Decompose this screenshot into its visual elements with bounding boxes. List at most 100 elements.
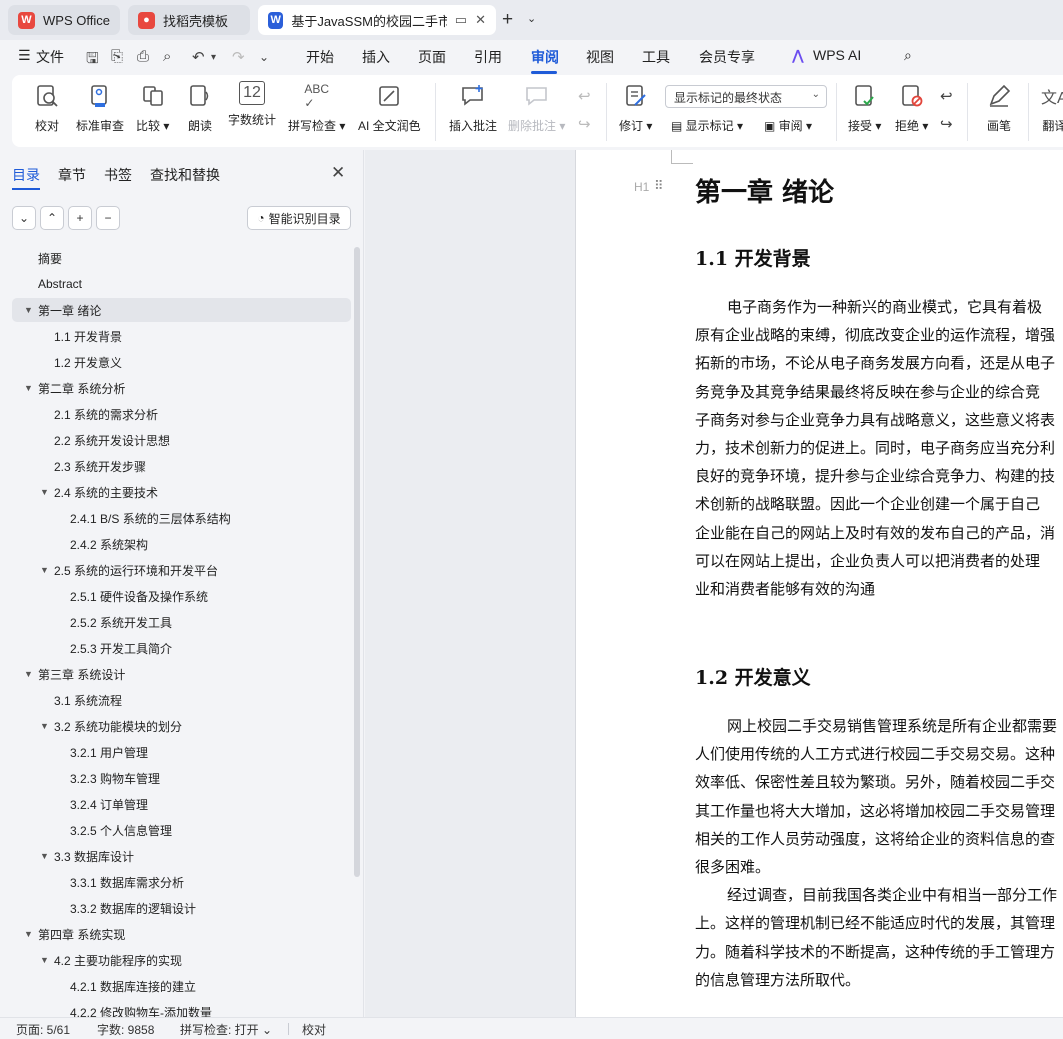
toc-item[interactable]: Abstract	[24, 272, 82, 296]
insert-comment-button[interactable]: 插入批注	[449, 81, 497, 134]
toc-item[interactable]: 3.2.4 订单管理	[56, 792, 148, 816]
expand-triangle-icon[interactable]: ▼	[40, 721, 54, 731]
expand-triangle-icon[interactable]: ▼	[24, 383, 38, 393]
toc-item[interactable]: 1.1 开发背景	[40, 324, 122, 348]
toc-item[interactable]: 2.5.3 开发工具简介	[56, 636, 172, 660]
spell-check-button[interactable]: ABC ✓ 拼写检查 ▾	[288, 81, 345, 134]
word-count-button[interactable]: 12 字数统计	[228, 81, 276, 128]
toc-item[interactable]: 2.5.2 系统开发工具	[56, 610, 172, 634]
toc-item[interactable]: 4.2.2 修改购物车-添加数量	[56, 1000, 212, 1018]
document-page[interactable]: H1 ⠿ 第一章 绪论 1.1 开发背景 电子商务作为一种新兴的商业模式，它具有着…	[575, 150, 1063, 1017]
page-indicator[interactable]: 页面: 5/61	[16, 1021, 70, 1038]
chevron-down-icon[interactable]: ⌄	[527, 12, 536, 25]
toc-item[interactable]: ▼ 第二章 系统分析	[24, 376, 125, 400]
nav-tab-toc[interactable]: 目录	[12, 165, 40, 185]
toc-scrollbar[interactable]	[354, 247, 360, 877]
menu-file[interactable]: 文件	[36, 47, 64, 67]
tab-document[interactable]: W 基于JavaSSM的校园二手市场 ▭ ✕	[258, 5, 496, 35]
toc-item[interactable]: 摘要	[24, 246, 62, 270]
markup-display-select[interactable]: 显示标记的最终状态 ⌄	[665, 85, 827, 108]
toc-item[interactable]: ▼ 第四章 系统实现	[24, 922, 125, 946]
toc-item[interactable]: ▼ 3.2 系统功能模块的划分	[40, 714, 182, 738]
new-tab-plus-icon[interactable]: +	[502, 9, 513, 31]
toc-item[interactable]: ▼ 2.4 系统的主要技术	[40, 480, 158, 504]
toc-item[interactable]: ▼ 第三章 系统设计	[24, 662, 125, 686]
toc-item[interactable]: ▼ 第一章 绪论	[12, 298, 351, 322]
expand-triangle-icon[interactable]: ▼	[40, 487, 54, 497]
expand-triangle-icon[interactable]: ▼	[24, 305, 38, 315]
delete-comment-button[interactable]: 删除批注 ▾	[508, 81, 565, 134]
collapse-up-button[interactable]: ⌃	[40, 206, 64, 230]
toc-item[interactable]: 2.5.1 硬件设备及操作系统	[56, 584, 208, 608]
toc-item[interactable]: 2.1 系统的需求分析	[40, 402, 158, 426]
tab-docer-templates[interactable]: ● 找稻壳模板	[128, 5, 250, 35]
tab-wps-office[interactable]: W WPS Office	[8, 5, 120, 35]
toc-item[interactable]: ▼ 2.5 系统的运行环境和开发平台	[40, 558, 218, 582]
expand-triangle-icon[interactable]: ▼	[40, 565, 54, 575]
show-markup-button[interactable]: ▤ 显示标记 ▾	[671, 117, 743, 134]
toc-item[interactable]: 3.2.1 用户管理	[56, 740, 148, 764]
menu-view[interactable]: 视图	[586, 47, 614, 67]
redo-icon[interactable]: ↷	[232, 48, 245, 66]
toc-item[interactable]: 2.4.2 系统架构	[56, 532, 148, 556]
translate-button[interactable]: 文A 翻译	[1041, 81, 1063, 134]
toc-item[interactable]: ▼ 4.2 主要功能程序的实现	[40, 948, 182, 972]
toc-item[interactable]: 3.3.1 数据库需求分析	[56, 870, 184, 894]
print-preview-icon[interactable]: ⌕	[163, 48, 171, 65]
nav-tab-chapters[interactable]: 章节	[58, 165, 86, 185]
review-pane-button[interactable]: ▣ 审阅 ▾	[764, 117, 812, 134]
close-icon[interactable]: ✕	[331, 163, 345, 183]
toc-item[interactable]: 3.2.5 个人信息管理	[56, 818, 172, 842]
toc-item[interactable]: 2.4.1 B/S 系统的三层体系结构	[56, 506, 231, 530]
close-tab-icon[interactable]: ✕	[475, 12, 486, 28]
toc-item[interactable]: 2.2 系统开发设计思想	[40, 428, 170, 452]
print-icon[interactable]: ⎙	[137, 48, 149, 65]
reject-button[interactable]: 拒绝 ▾	[895, 81, 928, 134]
export-icon[interactable]: ⎘	[111, 48, 123, 65]
toc-item[interactable]: 3.2.3 购物车管理	[56, 766, 160, 790]
toc-item[interactable]: 3.3.2 数据库的逻辑设计	[56, 896, 196, 920]
menu-wps-ai[interactable]: WPS AI	[813, 47, 861, 63]
collapse-down-button[interactable]: ⌄	[12, 206, 36, 230]
compare-button[interactable]: 比较 ▾	[136, 81, 169, 134]
toc-item[interactable]: 1.2 开发意义	[40, 350, 122, 374]
accept-button[interactable]: 接受 ▾	[848, 81, 881, 134]
toc-item[interactable]: 2.3 系统开发步骤	[40, 454, 146, 478]
menu-references[interactable]: 引用	[474, 47, 502, 67]
toc-item[interactable]: 3.1 系统流程	[40, 688, 122, 712]
drag-handle-icon[interactable]: ⠿	[654, 178, 663, 194]
menu-page[interactable]: 页面	[418, 47, 446, 67]
expand-triangle-icon[interactable]: ▼	[24, 669, 38, 679]
save-icon[interactable]: 🖫	[86, 48, 99, 73]
toc-item[interactable]: ▼ 3.3 数据库设计	[40, 844, 134, 868]
monitor-icon[interactable]: ▭	[455, 12, 467, 28]
expand-triangle-icon[interactable]: ▼	[24, 929, 38, 939]
next-change-icon[interactable]: ↪	[940, 115, 953, 133]
menu-review[interactable]: 审阅	[531, 47, 559, 67]
previous-comment-icon[interactable]: ↩	[578, 87, 591, 105]
hamburger-icon[interactable]: ☰	[18, 47, 31, 64]
read-aloud-button[interactable]: 朗读	[187, 81, 213, 134]
menu-start[interactable]: 开始	[306, 47, 334, 67]
more-chevron-icon[interactable]: ⌄	[259, 50, 269, 64]
ai-polish-button[interactable]: AI 全文润色	[358, 81, 421, 134]
menu-member[interactable]: 会员专享	[699, 47, 755, 67]
expand-triangle-icon[interactable]: ▼	[40, 955, 54, 965]
spell-check-status[interactable]: 拼写检查: 打开 ⌄	[180, 1021, 272, 1038]
standard-review-button[interactable]: 标准审查	[76, 81, 124, 134]
previous-change-icon[interactable]: ↩	[940, 87, 953, 105]
nav-tab-bookmarks[interactable]: 书签	[104, 165, 132, 185]
menu-insert[interactable]: 插入	[362, 47, 390, 67]
undo-icon[interactable]: ↶	[192, 48, 205, 66]
expand-triangle-icon[interactable]: ▼	[40, 851, 54, 861]
smart-toc-button[interactable]: ◔ 智能识别目录	[247, 206, 351, 230]
chevron-down-icon[interactable]: ▾	[211, 52, 216, 63]
toc-item[interactable]: 4.2.1 数据库连接的建立	[56, 974, 196, 998]
proofread-button[interactable]: 校对	[34, 81, 60, 134]
proofread-status[interactable]: 校对	[302, 1021, 326, 1038]
add-heading-button[interactable]: +	[68, 206, 92, 230]
search-icon[interactable]: ⌕	[904, 47, 912, 64]
menu-tools[interactable]: 工具	[642, 47, 670, 67]
word-count-indicator[interactable]: 字数: 9858	[97, 1021, 154, 1038]
pen-button[interactable]: 画笔	[986, 81, 1012, 134]
